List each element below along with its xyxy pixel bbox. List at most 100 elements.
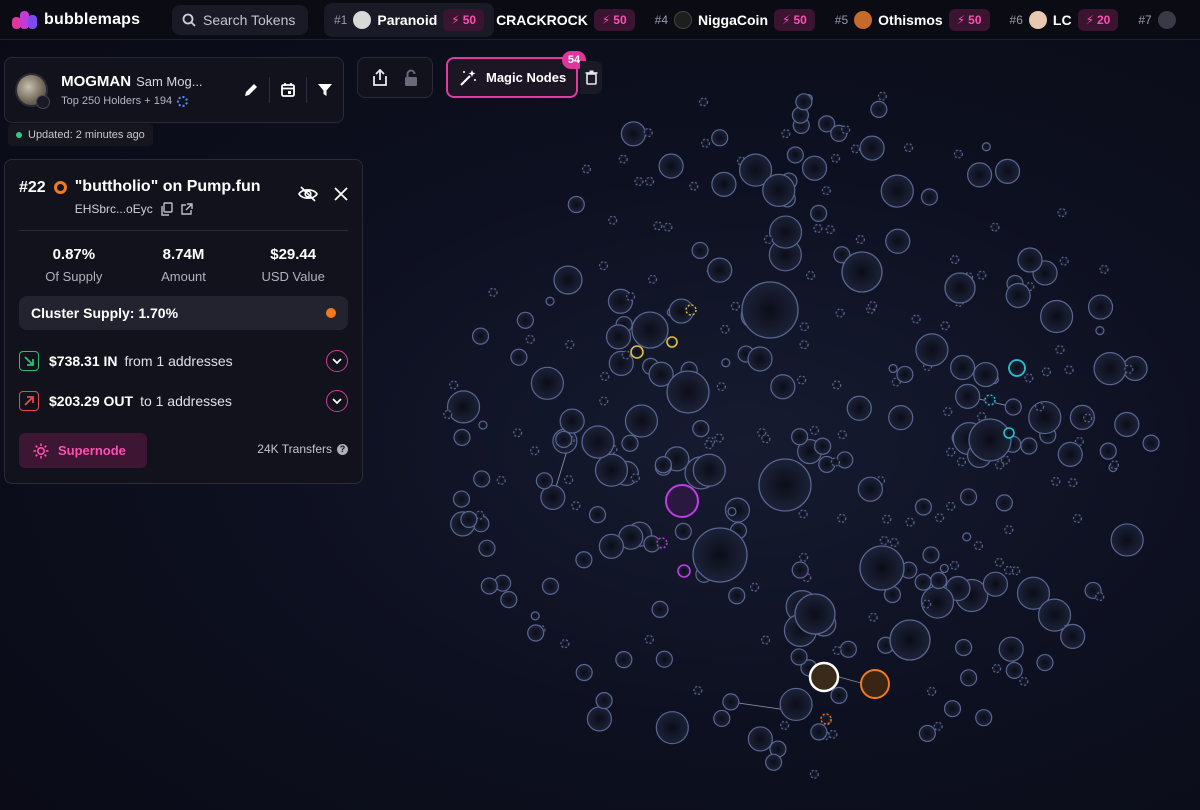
cluster-bubble-cyan[interactable] bbox=[1008, 359, 1026, 377]
cluster-bubble-cyan[interactable] bbox=[1003, 427, 1015, 439]
holder-bubble[interactable] bbox=[927, 686, 937, 696]
holder-bubble[interactable] bbox=[1034, 402, 1045, 412]
holder-bubble[interactable] bbox=[545, 296, 555, 306]
holder-bubble[interactable] bbox=[478, 420, 488, 430]
holder-bubble[interactable] bbox=[443, 409, 453, 420]
holder-bubble[interactable] bbox=[828, 729, 838, 739]
holder-bubble[interactable] bbox=[598, 261, 609, 271]
holder-bubble[interactable] bbox=[781, 129, 791, 139]
cluster-bubble-yellow[interactable] bbox=[685, 304, 697, 316]
holder-bubble[interactable] bbox=[516, 311, 534, 329]
holder-bubble[interactable] bbox=[730, 301, 740, 311]
holder-bubble[interactable] bbox=[867, 300, 878, 311]
holder-bubble[interactable] bbox=[704, 440, 714, 450]
cluster-bubble-orange[interactable] bbox=[820, 713, 832, 725]
holder-bubble[interactable] bbox=[801, 155, 828, 181]
holder-bubble[interactable] bbox=[575, 551, 593, 569]
holder-bubble[interactable] bbox=[663, 222, 673, 232]
holder-bubble[interactable] bbox=[922, 546, 940, 564]
holder-bubble[interactable] bbox=[618, 154, 628, 164]
holder-bubble[interactable] bbox=[830, 686, 848, 704]
holder-bubble[interactable] bbox=[541, 577, 560, 595]
expand-inflow-button[interactable] bbox=[326, 350, 348, 372]
holder-bubble[interactable] bbox=[765, 753, 783, 771]
holder-bubble[interactable] bbox=[565, 339, 575, 350]
holder-bubble[interactable] bbox=[595, 692, 613, 710]
holder-bubble[interactable] bbox=[643, 127, 653, 138]
holder-bubble[interactable] bbox=[599, 396, 609, 406]
holder-bubble[interactable] bbox=[621, 434, 639, 452]
holder-bubble[interactable] bbox=[837, 430, 847, 440]
holder-bubble[interactable] bbox=[798, 509, 808, 519]
holder-bubble[interactable] bbox=[922, 599, 932, 609]
holder-bubble[interactable] bbox=[1093, 352, 1127, 386]
filter-button[interactable] bbox=[307, 72, 343, 108]
holder-bubble[interactable] bbox=[721, 358, 731, 368]
holder-bubble[interactable] bbox=[631, 311, 669, 349]
holder-bubble[interactable] bbox=[962, 532, 972, 542]
selected-bubble[interactable] bbox=[808, 661, 840, 693]
holder-bubble[interactable] bbox=[973, 541, 984, 551]
holder-bubble[interactable] bbox=[634, 176, 644, 187]
holder-bubble[interactable] bbox=[630, 473, 640, 483]
holder-bubble[interactable] bbox=[1083, 413, 1093, 423]
holder-bubble[interactable] bbox=[768, 215, 803, 249]
holder-bubble[interactable] bbox=[707, 257, 733, 283]
holder-bubble[interactable] bbox=[889, 537, 899, 548]
share-button[interactable] bbox=[367, 65, 393, 91]
holder-bubble[interactable] bbox=[814, 437, 832, 455]
holder-bubble[interactable] bbox=[453, 428, 471, 447]
holder-bubble[interactable] bbox=[770, 374, 796, 400]
holder-bubble[interactable] bbox=[713, 709, 731, 728]
holder-bubble[interactable] bbox=[446, 390, 481, 424]
holder-bubble[interactable] bbox=[530, 611, 540, 621]
holder-bubble[interactable] bbox=[846, 395, 872, 421]
holder-bubble[interactable] bbox=[868, 612, 878, 622]
holder-bubble[interactable] bbox=[600, 371, 610, 381]
holder-bubble[interactable] bbox=[692, 420, 710, 438]
cluster-bubble-purple[interactable] bbox=[665, 484, 699, 518]
holder-bubble[interactable] bbox=[711, 171, 737, 197]
holder-bubble[interactable] bbox=[559, 408, 585, 434]
holder-bubble[interactable] bbox=[1004, 398, 1022, 416]
holder-bubble[interactable] bbox=[813, 223, 823, 234]
holder-bubble[interactable] bbox=[955, 638, 973, 657]
holder-bubble[interactable] bbox=[968, 418, 1012, 462]
holder-bubble[interactable] bbox=[1024, 373, 1034, 383]
holder-bubble[interactable] bbox=[761, 434, 771, 444]
holder-bubble[interactable] bbox=[950, 254, 960, 265]
trending-item-paranoid[interactable]: #1 Paranoid ⚡ 50 bbox=[324, 2, 495, 37]
holder-bubble[interactable] bbox=[571, 501, 581, 511]
eye-off-icon[interactable] bbox=[298, 186, 318, 202]
holder-bubble[interactable] bbox=[943, 406, 953, 417]
holder-bubble[interactable] bbox=[1087, 294, 1114, 320]
holder-bubble[interactable] bbox=[799, 340, 809, 350]
holder-bubble[interactable] bbox=[560, 639, 570, 649]
holder-bubble[interactable] bbox=[994, 557, 1004, 567]
holder-bubble[interactable] bbox=[711, 129, 729, 147]
holder-bubble[interactable] bbox=[888, 405, 914, 431]
holder-bubble[interactable] bbox=[654, 456, 672, 474]
logo[interactable]: bubblemaps bbox=[12, 10, 157, 29]
holder-bubble[interactable] bbox=[1095, 592, 1105, 602]
holder-bubble[interactable] bbox=[839, 640, 857, 658]
cluster-bubble-orange[interactable] bbox=[860, 669, 890, 699]
holder-bubble[interactable] bbox=[915, 333, 949, 367]
holder-bubble[interactable] bbox=[653, 221, 663, 231]
holder-bubble[interactable] bbox=[1040, 299, 1074, 334]
holder-bubble[interactable] bbox=[946, 447, 956, 457]
holder-bubble[interactable] bbox=[905, 517, 915, 527]
holder-bubble[interactable] bbox=[530, 446, 540, 456]
holder-bubble[interactable] bbox=[790, 648, 808, 666]
holder-bubble[interactable] bbox=[624, 404, 659, 438]
holder-bubble[interactable] bbox=[553, 265, 583, 295]
holder-bubble[interactable] bbox=[810, 723, 828, 741]
holder-bubble[interactable] bbox=[832, 645, 842, 656]
holder-bubble[interactable] bbox=[1028, 400, 1062, 435]
holder-bubble[interactable] bbox=[1068, 478, 1078, 488]
holder-bubble[interactable] bbox=[1095, 326, 1105, 336]
holder-bubble[interactable] bbox=[1114, 411, 1140, 438]
help-icon[interactable]: ? bbox=[337, 443, 348, 455]
holder-bubble[interactable] bbox=[1057, 441, 1083, 467]
holder-bubble[interactable] bbox=[693, 685, 703, 696]
